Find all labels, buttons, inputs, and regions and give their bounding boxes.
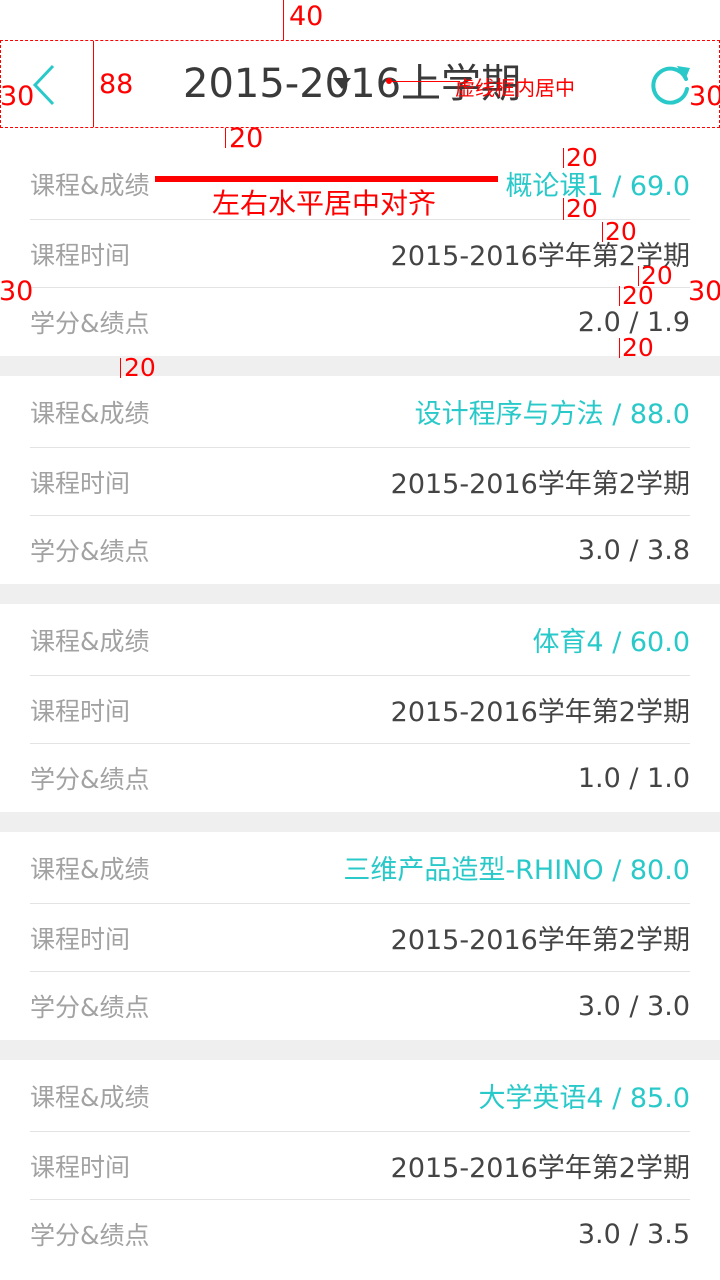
course-card[interactable]: 课程&成绩 体育4 / 60.0 课程时间 2015-2016学年第2学期学分&绩点 1… xyxy=(0,604,720,812)
row-label: 课程时间 xyxy=(30,240,131,270)
row-value: 2015-2016学年第2学期 xyxy=(390,1153,690,1184)
course-time-row: 课程时间 2015-2016学年第2学期 xyxy=(30,904,690,972)
gap-mark-3: 20 xyxy=(605,217,637,246)
row-label: 课程时间 xyxy=(30,696,131,726)
section-gap-guide xyxy=(120,358,121,378)
section-gap xyxy=(0,584,720,604)
row-label: 课程&成绩 xyxy=(30,398,150,428)
chevron-left-icon xyxy=(32,64,55,106)
section-gap-mark: 20 xyxy=(124,353,156,382)
gap-mark-6: 20 xyxy=(622,333,654,362)
center-point-line xyxy=(392,81,460,82)
course-time-row: 课程时间 2015-2016学年第2学期 xyxy=(30,676,690,744)
row-right-margin-mark: 30 xyxy=(688,276,720,307)
section-gap xyxy=(0,356,720,376)
row-value: 三维产品造型-RHINO / 80.0 xyxy=(343,855,690,886)
top-margin-guide xyxy=(283,0,284,40)
row-label: 课程&成绩 xyxy=(30,854,150,884)
gap-mark-1: 20 xyxy=(566,143,598,172)
refresh-icon[interactable] xyxy=(647,61,693,107)
right-margin-mark: 30 xyxy=(689,81,720,112)
header-gap-guide xyxy=(225,128,226,148)
course-time-row: 课程时间 2015-2016学年第2学期 xyxy=(30,220,690,288)
section-gap xyxy=(0,812,720,832)
course-score-row: 课程&成绩 三维产品造型-RHINO / 80.0 xyxy=(30,832,690,904)
row-label: 课程时间 xyxy=(30,1152,131,1182)
row-value: 3.0 / 3.8 xyxy=(577,534,690,566)
gap-guide-2 xyxy=(563,198,564,220)
gap-guide-1 xyxy=(563,148,564,168)
credit-gpa-row: 学分&绩点 3.0 / 3.8 xyxy=(30,516,690,584)
row-label: 课程时间 xyxy=(30,468,131,498)
row-value: 大学英语4 / 85.0 xyxy=(478,1083,690,1114)
gap-guide-3 xyxy=(602,222,603,242)
center-note: 虚线框内居中 xyxy=(455,76,575,100)
row-label: 课程&成绩 xyxy=(30,170,150,200)
course-score-row: 课程&成绩 设计程序与方法 / 88.0 xyxy=(30,376,690,448)
row-value: 设计程序与方法 / 88.0 xyxy=(414,399,690,430)
gap-mark-2: 20 xyxy=(566,194,598,223)
course-score-row: 课程&成绩 体育4 / 60.0 xyxy=(30,604,690,676)
row-label: 学分&绩点 xyxy=(30,309,150,338)
row-value: 1.0 / 1.0 xyxy=(577,762,690,794)
row-value: 2015-2016学年第2学期 xyxy=(390,697,690,728)
row-label: 学分&绩点 xyxy=(30,993,150,1022)
credit-gpa-row: 学分&绩点 1.0 / 1.0 xyxy=(30,744,690,812)
credit-gpa-row: 学分&绩点 2.0 / 1.9 xyxy=(30,288,690,356)
gap-mark-5: 20 xyxy=(622,281,654,310)
left-margin-mark: 30 xyxy=(0,81,35,112)
course-time-row: 课程时间 2015-2016学年第2学期 xyxy=(30,448,690,516)
row-value: 3.0 / 3.0 xyxy=(577,990,690,1022)
row-label: 课程&成绩 xyxy=(30,1082,150,1112)
section-gap xyxy=(0,1040,720,1060)
course-card[interactable]: 课程&成绩 三维产品造型-RHINO / 80.0 课程时间 2015-2016学年第… xyxy=(0,832,720,1040)
header-height-mark: 88 xyxy=(99,69,134,100)
gap-guide-6 xyxy=(619,338,620,358)
caret-down-icon[interactable] xyxy=(333,78,351,89)
course-score-row: 课程&成绩 大学英语4 / 85.0 xyxy=(30,1060,690,1132)
course-list: 课程&成绩 概论课1 / 69.0 课程时间 2015-2016学年第2学期 学分&绩点… xyxy=(0,148,720,1268)
row-value: 2015-2016学年第2学期 xyxy=(390,469,690,500)
row-value: 体育4 / 60.0 xyxy=(532,627,690,658)
row-value: 2015-2016学年第2学期 xyxy=(390,925,690,956)
course-time-row: 课程时间 2015-2016学年第2学期 xyxy=(30,1132,690,1200)
nav-header: 30 88 2015-2016上学期 虚线框内居中 30 xyxy=(0,40,720,128)
back-divider xyxy=(93,41,94,127)
credit-gpa-row: 学分&绩点 3.0 / 3.5 xyxy=(30,1200,690,1268)
row-label: 学分&绩点 xyxy=(30,537,150,566)
row-label: 课程时间 xyxy=(30,924,131,954)
row-value: 3.0 / 3.5 xyxy=(577,1218,690,1250)
credit-gpa-row: 学分&绩点 3.0 / 3.0 xyxy=(30,972,690,1040)
row-label: 课程&成绩 xyxy=(30,626,150,656)
row-left-margin-mark: 30 xyxy=(0,276,34,307)
align-note: 左右水平居中对齐 xyxy=(212,187,437,220)
row-label: 学分&绩点 xyxy=(30,1221,150,1250)
gap-guide-5 xyxy=(619,286,620,306)
top-margin-mark: 40 xyxy=(289,1,324,32)
course-card[interactable]: 课程&成绩 设计程序与方法 / 88.0 课程时间 2015-2016学年第2学期学分… xyxy=(0,376,720,584)
row-label: 学分&绩点 xyxy=(30,765,150,794)
course-card[interactable]: 课程&成绩 大学英语4 / 85.0 课程时间 2015-2016学年第2学期学分&绩… xyxy=(0,1060,720,1268)
